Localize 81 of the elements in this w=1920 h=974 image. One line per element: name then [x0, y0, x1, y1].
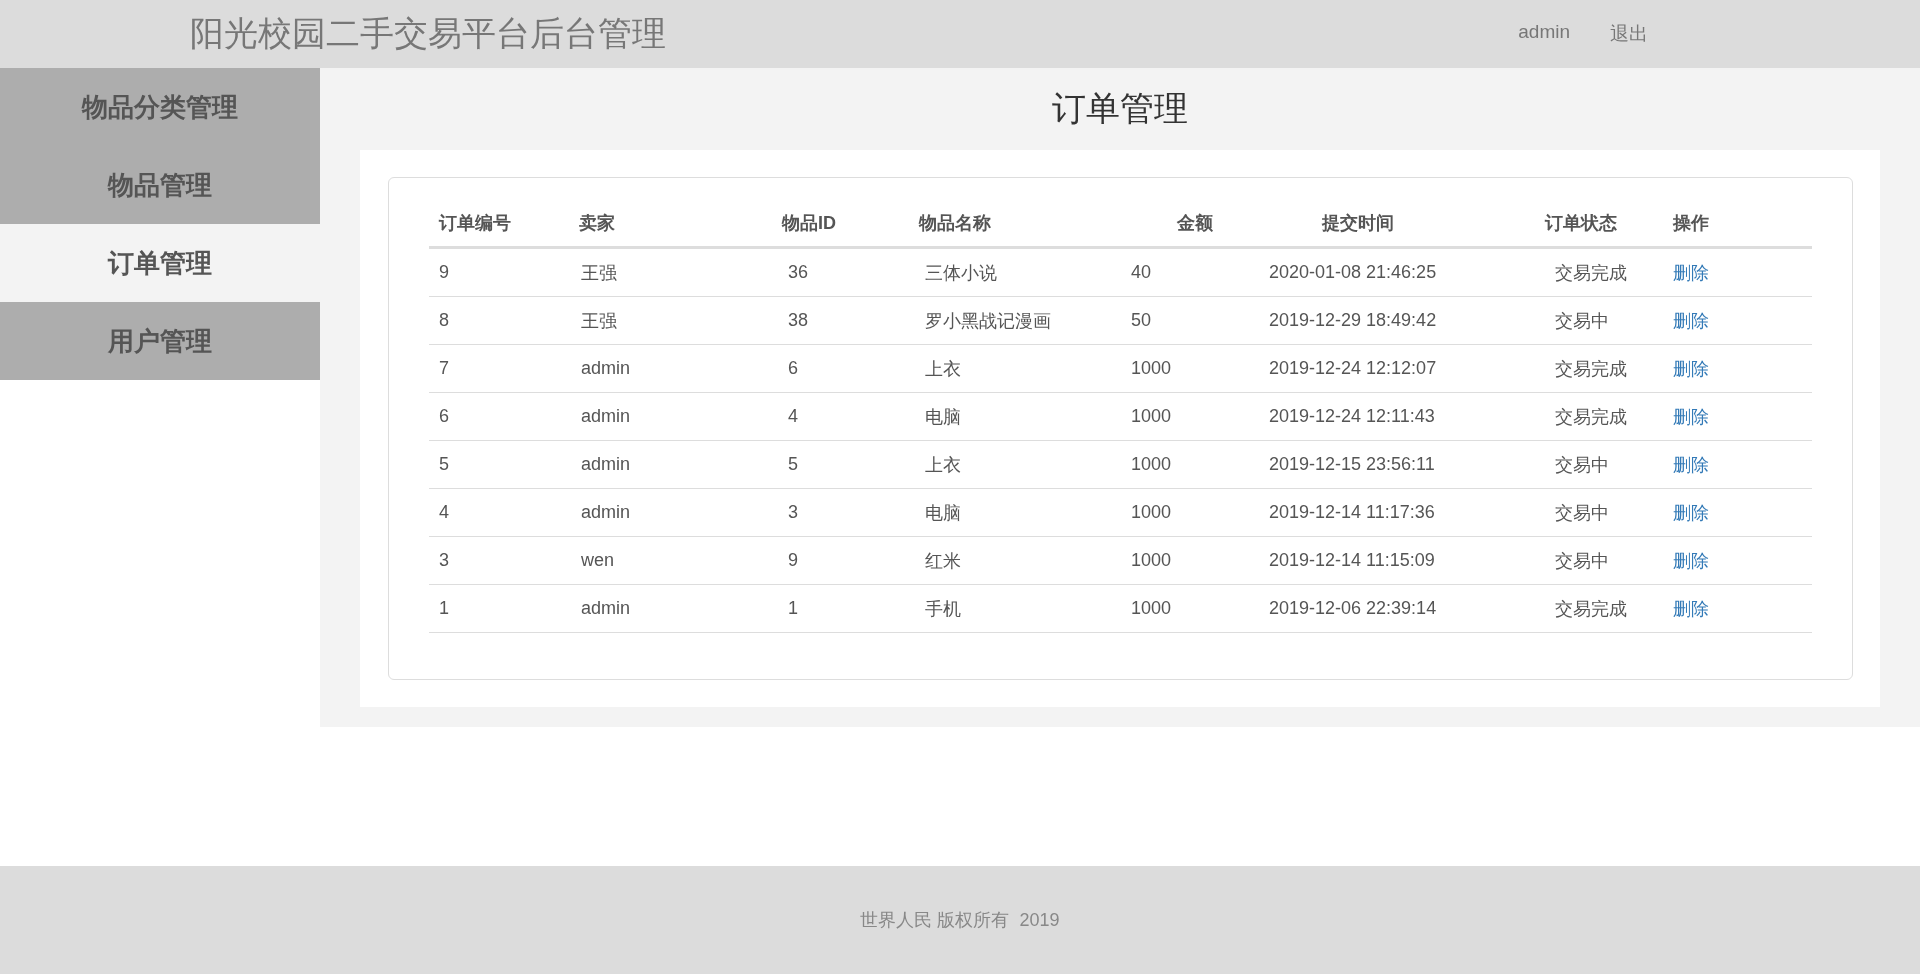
column-header: 订单状态 [1545, 213, 1617, 233]
table-cell: 40 [1131, 262, 1152, 282]
table-cell: admin [581, 454, 631, 474]
table-cell: 3 [788, 502, 798, 522]
page-title: 订单管理 [1051, 88, 1189, 129]
table-cell: 交易完成 [1555, 358, 1627, 379]
table-cell: 三体小说 [925, 262, 997, 283]
delete-link[interactable]: 删除 [1673, 598, 1709, 619]
column-header: 卖家 [579, 213, 615, 233]
table-cell: 2019-12-15 23:56:11 [1269, 454, 1435, 474]
table-cell: 1000 [1131, 598, 1172, 618]
user-link[interactable]: admin [1518, 21, 1570, 47]
delete-link[interactable]: 删除 [1673, 550, 1709, 571]
table-cell: 交易中 [1555, 454, 1609, 475]
table-cell: 红米 [925, 550, 961, 571]
table-cell: 交易中 [1555, 502, 1609, 523]
sidebar-item[interactable]: 用户管理 [0, 302, 320, 380]
table-cell: 2019-12-24 12:12:07 [1269, 358, 1437, 378]
table-cell: 上衣 [925, 454, 961, 475]
table-cell: 罗小黑战记漫画 [925, 310, 1051, 331]
copyright-text: 世界人民 版权所有 2019 [860, 909, 1060, 932]
table-cell: 2019-12-06 22:39:14 [1269, 598, 1437, 618]
table-cell: admin [581, 358, 631, 378]
table-cell: 上衣 [925, 358, 961, 379]
column-header: 操作 [1673, 213, 1709, 233]
column-header: 金额 [1177, 213, 1213, 233]
column-header: 订单编号 [439, 213, 511, 233]
sidebar-item[interactable]: 订单管理 [0, 224, 320, 302]
table-cell: 1 [439, 598, 449, 618]
table-cell: 1000 [1131, 550, 1172, 570]
table-cell: 7 [439, 358, 449, 378]
table-cell: 电脑 [925, 502, 961, 523]
table-cell: 6 [439, 406, 449, 426]
table-cell: admin [581, 406, 631, 426]
table-cell: 交易中 [1555, 550, 1609, 571]
table-cell: 交易中 [1555, 310, 1609, 331]
table-cell: 1000 [1131, 358, 1172, 378]
table-cell: 2019-12-14 11:15:09 [1269, 550, 1435, 570]
table-cell: 1000 [1131, 502, 1172, 522]
table-cell: 交易完成 [1555, 598, 1627, 619]
delete-link[interactable]: 删除 [1673, 406, 1709, 427]
table-cell: 5 [439, 454, 449, 474]
table-cell: 电脑 [925, 406, 961, 427]
table-cell: 交易完成 [1555, 262, 1627, 283]
column-header: 提交时间 [1322, 213, 1394, 233]
table-cell: admin [581, 502, 631, 522]
sidebar-item[interactable]: 物品管理 [0, 146, 320, 224]
delete-link[interactable]: 删除 [1673, 358, 1709, 379]
table-cell: 2020-01-08 21:46:25 [1269, 262, 1437, 282]
table-cell: 4 [439, 502, 449, 522]
table-cell: 2019-12-14 11:17:36 [1269, 502, 1435, 522]
table-cell: 5 [788, 454, 798, 474]
table-cell: 36 [788, 262, 809, 282]
delete-link[interactable]: 删除 [1673, 454, 1709, 475]
table-cell: 1 [788, 598, 798, 618]
table-cell: 1000 [1131, 454, 1172, 474]
table-cell: 3 [439, 550, 449, 570]
table-cell: 6 [788, 358, 798, 378]
table-cell: 2019-12-29 18:49:42 [1269, 310, 1437, 330]
delete-link[interactable]: 删除 [1673, 262, 1709, 283]
site-title: 阳光校园二手交易平台后台管理 [190, 13, 666, 54]
table-cell: 王强 [581, 310, 617, 331]
table-cell: 9 [439, 262, 449, 282]
table-cell: 1000 [1131, 406, 1172, 426]
table-cell: 手机 [925, 598, 961, 619]
table-cell: 王强 [581, 262, 617, 283]
table-cell: 4 [788, 406, 798, 426]
table-cell: 交易完成 [1555, 406, 1627, 427]
logout-link[interactable]: 退出 [1610, 21, 1648, 47]
column-header: 物品名称 [919, 213, 991, 233]
table-cell: admin [581, 598, 631, 618]
delete-link[interactable]: 删除 [1673, 310, 1709, 331]
table-cell: 8 [439, 310, 449, 330]
table-cell: wen [581, 550, 615, 570]
sidebar-item[interactable]: 物品分类管理 [0, 68, 320, 146]
table-cell: 38 [788, 310, 809, 330]
column-header: 物品ID [782, 213, 836, 233]
table-cell: 50 [1131, 310, 1152, 330]
table-cell: 9 [788, 550, 798, 570]
table-cell: 2019-12-24 12:11:43 [1269, 406, 1435, 426]
delete-link[interactable]: 删除 [1673, 502, 1709, 523]
